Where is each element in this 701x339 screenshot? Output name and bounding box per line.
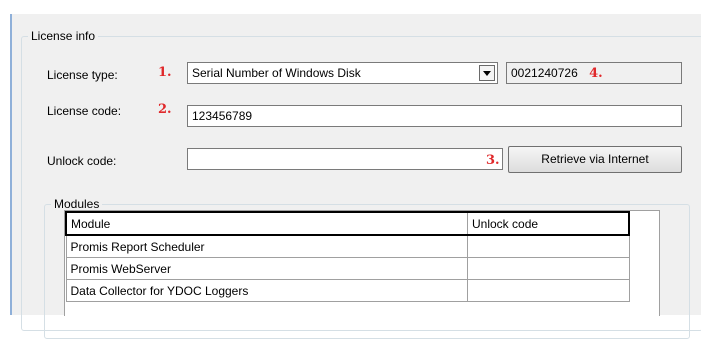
table-row[interactable]: Data Collector for YDOC Loggers (65, 279, 630, 302)
chevron-down-icon[interactable] (479, 65, 495, 81)
license-info-legend: License info (31, 29, 96, 43)
column-header-module[interactable]: Module (65, 211, 468, 236)
serial-value: 0021240726 (511, 66, 578, 80)
license-code-label: License code: (47, 104, 122, 118)
license-type-marker: 1. (158, 65, 172, 80)
module-unlock-cell[interactable] (467, 234, 630, 258)
license-code-value: 123456789 (192, 109, 253, 123)
modules-grid: Module Unlock code Promis Report Schedul… (64, 210, 660, 316)
column-header-unlock-code[interactable]: Unlock code (467, 211, 630, 236)
license-code-input[interactable]: 123456789 (187, 105, 682, 127)
serial-marker: 4. (589, 66, 603, 81)
module-name-cell[interactable]: Data Collector for YDOC Loggers (65, 279, 468, 302)
module-unlock-cell[interactable] (467, 279, 630, 302)
license-type-select[interactable]: Serial Number of Windows Disk (187, 62, 498, 84)
license-type-value: Serial Number of Windows Disk (192, 66, 361, 80)
license-code-marker: 2. (158, 102, 172, 117)
module-name-cell[interactable]: Promis WebServer (65, 257, 468, 280)
table-row[interactable]: Promis WebServer (65, 257, 630, 280)
retrieve-via-internet-button[interactable]: Retrieve via Internet (508, 146, 682, 173)
unlock-code-label: Unlock code: (47, 154, 117, 168)
license-type-label: License type: (47, 68, 118, 82)
serial-field: 0021240726 4. (506, 62, 682, 84)
unlock-code-marker: 3. (486, 153, 500, 168)
module-name-cell[interactable]: Promis Report Scheduler (65, 234, 468, 258)
module-unlock-cell[interactable] (467, 257, 630, 280)
table-row[interactable]: Promis Report Scheduler (65, 234, 630, 258)
modules-header-row: Module Unlock code (65, 211, 630, 236)
modules-table: Module Unlock code Promis Report Schedul… (65, 211, 630, 302)
modules-legend: Modules (54, 197, 100, 211)
unlock-code-input[interactable] (187, 148, 503, 170)
